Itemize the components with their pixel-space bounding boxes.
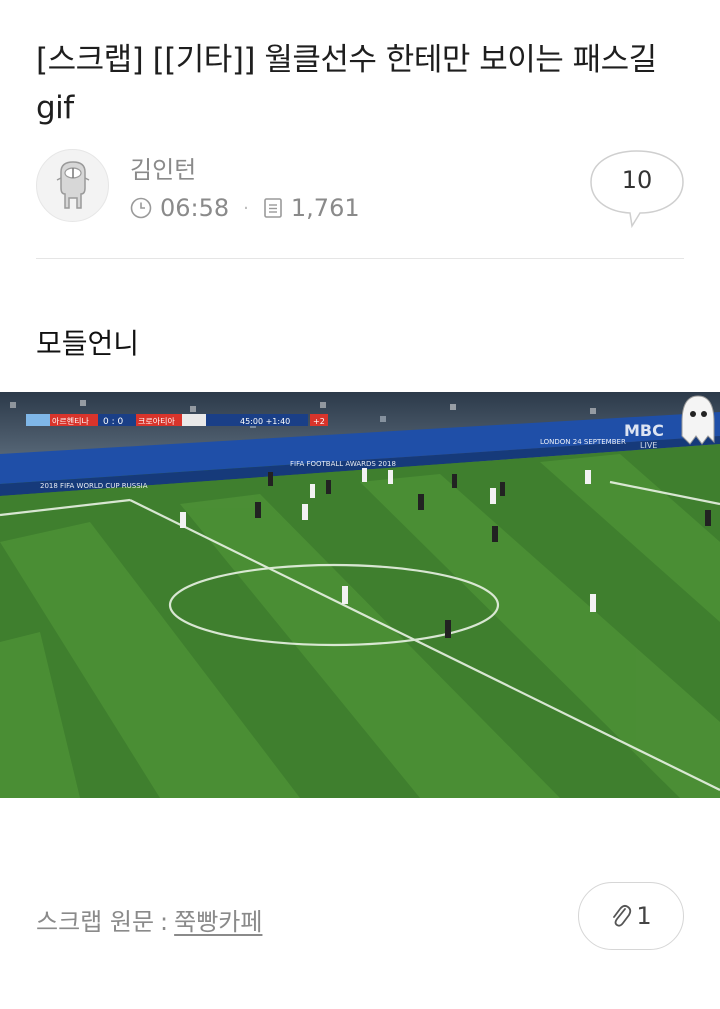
scoreboard: 아르헨티나 0 : 0 크로아티아 45:00 +1:40 +2	[26, 414, 328, 427]
board-text-worldcup: 2018 FIFA WORLD CUP RUSSIA	[40, 482, 148, 490]
soccer-gif-image[interactable]: 아르헨티나 0 : 0 크로아티아 45:00 +1:40 +2 2018 FI…	[0, 392, 720, 798]
source-link[interactable]: 쭉빵카페	[174, 908, 262, 936]
author-name[interactable]: 김인턴	[130, 150, 196, 185]
source-separator: :	[160, 908, 169, 936]
scrap-source: 스크랩 원문: 쭉빵카페	[36, 902, 262, 937]
ghost-mascot-icon	[681, 395, 715, 445]
post-meta: 06:58 · 1,761	[130, 192, 360, 224]
document-icon	[264, 198, 282, 218]
added-time: +2	[313, 417, 325, 426]
author-avatar[interactable]	[36, 149, 109, 222]
score-label: 0 : 0	[103, 417, 123, 427]
clock-icon	[130, 197, 152, 219]
paperclip-icon	[613, 904, 632, 927]
header-divider	[36, 258, 684, 259]
meta-separator: ·	[243, 197, 249, 219]
view-count: 1,761	[290, 194, 360, 222]
broadcaster-logo: MBC	[624, 421, 664, 440]
clip-count: 1	[636, 902, 652, 930]
clip-button[interactable]: 1	[578, 882, 684, 950]
team-a-label: 아르헨티나	[52, 416, 89, 426]
source-label: 스크랩 원문	[36, 908, 155, 936]
soccer-field-graphic: 아르헨티나 0 : 0 크로아티아 45:00 +1:40 +2 2018 FI…	[0, 392, 720, 798]
post-time: 06:58	[160, 194, 230, 222]
ghost-character-icon	[56, 160, 89, 209]
comment-button[interactable]: 10	[590, 150, 684, 230]
comment-count: 10	[621, 166, 653, 194]
post-body-text: 모들언니	[36, 327, 140, 360]
team-b-label: 크로아티아	[138, 416, 175, 426]
board-text-london: LONDON 24 SEPTEMBER	[540, 438, 626, 446]
post-title: [스크랩] [[기타]] 월클선수 한테만 보이는 패스길 gif	[36, 42, 657, 126]
board-text-awards: FIFA FOOTBALL AWARDS 2018	[290, 460, 396, 468]
live-label: LIVE	[640, 441, 657, 450]
match-clock: 45:00 +1:40	[240, 417, 290, 426]
